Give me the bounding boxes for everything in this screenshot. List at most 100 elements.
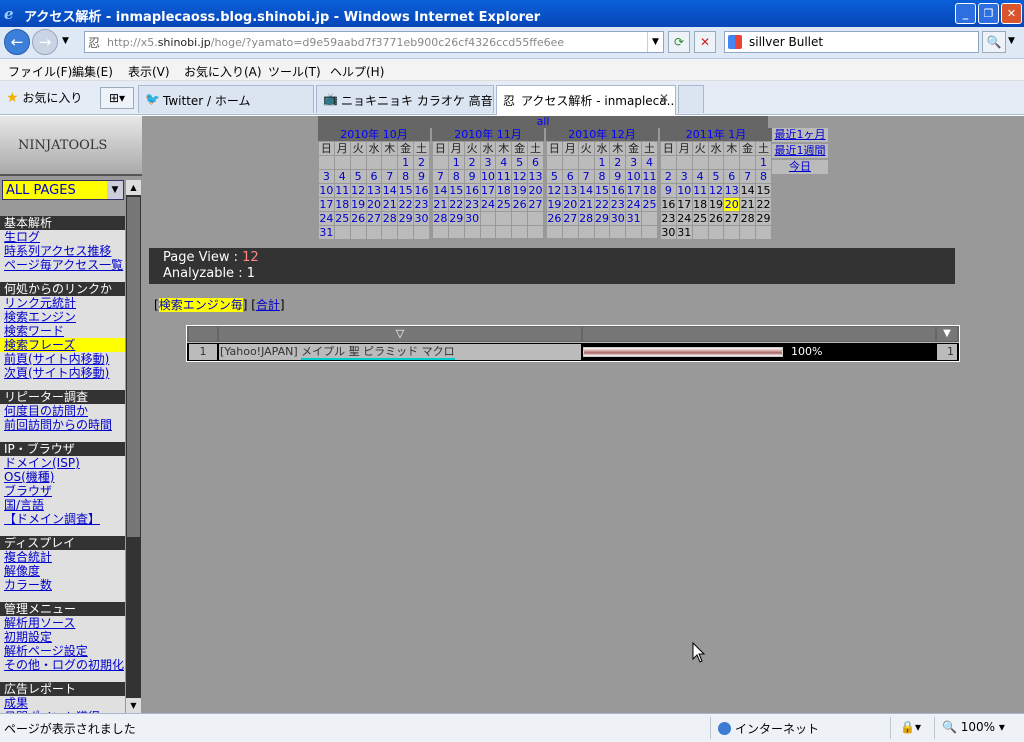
calendar-day[interactable]: 31 [675,225,693,240]
minimize-button[interactable]: _ [955,3,976,24]
calendar-day[interactable]: 26 [707,211,725,226]
sidebar-item[interactable]: 初期設定 [0,630,125,644]
stop-icon[interactable]: ✕ [694,31,716,53]
calendar-day[interactable]: 10 [625,169,643,184]
calendar-day[interactable]: 13 [365,183,383,198]
calendar-day[interactable]: 5 [546,169,563,184]
calendar-day[interactable]: 8 [593,169,611,184]
calendar-day[interactable]: 27 [561,211,579,226]
calendar-day[interactable]: 9 [463,169,481,184]
calendar-day[interactable]: 22 [447,197,465,212]
calendar-day[interactable]: 22 [593,197,611,212]
sidebar-item[interactable]: 成果 [0,696,125,710]
calendar-day[interactable]: 28 [577,211,595,226]
internet-zone[interactable]: インターネット [718,720,819,737]
calendar-day[interactable]: 12 [546,183,563,198]
calendar-day[interactable]: 10 [675,183,693,198]
new-tab-button[interactable] [678,85,704,113]
calendar-day[interactable]: 31 [625,211,643,226]
today-link[interactable]: 今日 [772,160,828,174]
tab-twitter[interactable]: 🐦 Twitter / ホーム [138,85,314,113]
sidebar-item[interactable]: 検索エンジン [0,310,125,324]
search-options-icon[interactable]: ▼ [1008,36,1015,46]
calendar-day[interactable]: 2 [413,155,430,170]
search-go-icon[interactable]: 🔍 [982,31,1006,53]
calendar-day[interactable]: 19 [349,197,367,212]
restore-button[interactable]: ❐ [978,3,999,24]
calendar-day[interactable]: 19 [546,197,563,212]
calendar-day[interactable]: 29 [593,211,611,226]
calendar-day[interactable]: 17 [625,183,643,198]
calendar-day[interactable]: 5 [349,169,367,184]
sidebar-item[interactable]: 解像度 [0,564,125,578]
sidebar-item[interactable]: 国/言語 [0,498,125,512]
calendar-day[interactable]: 1 [447,155,465,170]
calendar-day[interactable]: 28 [381,211,399,226]
calendar-day[interactable]: 1 [397,155,415,170]
calendar-day[interactable]: 16 [660,197,677,212]
menu-view[interactable]: 表示(V) [128,63,170,80]
calendar-day[interactable]: 5 [511,155,529,170]
month-title[interactable]: 2010年 11月 [432,128,544,141]
calendar-day[interactable]: 7 [432,169,449,184]
scroll-thumb[interactable] [127,197,140,537]
calendar-day[interactable]: 1 [755,155,772,170]
calendar-day[interactable]: 25 [691,211,709,226]
calendar-day[interactable]: 13 [561,183,579,198]
calendar-day[interactable]: 11 [691,183,709,198]
calendar-day[interactable]: 6 [723,169,741,184]
sidebar-item[interactable]: 複合統計 [0,550,125,564]
calendar-day[interactable]: 11 [495,169,513,184]
sidebar-item[interactable]: 時系列アクセス推移 [0,244,125,258]
sidebar-item[interactable]: その他・ログの初期化 [0,658,125,672]
calendar-day[interactable]: 20 [365,197,383,212]
calendar-day[interactable]: 17 [675,197,693,212]
calendar-day[interactable]: 24 [675,211,693,226]
calendar-day[interactable]: 30 [413,211,430,226]
calendar-day[interactable]: 4 [691,169,709,184]
calendar-day[interactable]: 18 [641,183,658,198]
tab-access-analysis[interactable]: 忍アクセス解析 - inmapleca... ✕ [496,85,676,115]
calendar-day[interactable]: 2 [609,155,627,170]
per-engine-link[interactable]: 検索エンジン毎 [158,298,243,312]
sidebar-item[interactable]: ブラウザ [0,484,125,498]
calendar-day[interactable]: 21 [381,197,399,212]
calendar-day[interactable]: 20 [561,197,579,212]
calendar-day[interactable]: 2 [463,155,481,170]
address-bar[interactable]: 忍 http://x5.shinobi.jp/hoge/?yamato=d9e5… [84,31,664,53]
sidebar-item[interactable]: 前頁(サイト内移動) [0,352,125,366]
calendar-day[interactable]: 12 [511,169,529,184]
protected-mode-icon[interactable]: 🔒▾ [900,720,921,734]
last-week-link[interactable]: 最近1週間 [772,144,828,158]
calendar-day[interactable]: 31 [318,225,335,240]
calendar-day[interactable]: 30 [609,211,627,226]
sidebar-item[interactable]: リンク元統計 [0,296,125,310]
calendar-day[interactable]: 22 [397,197,415,212]
calendar-day[interactable]: 26 [511,197,529,212]
search-input[interactable]: sillver Bullet [749,35,823,49]
row-phrase[interactable]: [Yahoo!JAPAN] メイプル 聖 ピラミッド マクロ [219,344,581,360]
sidebar-item[interactable]: 前回訪問からの時間 [0,418,125,432]
calendar-day[interactable]: 4 [333,169,351,184]
sort-count-icon[interactable]: ▼ [937,327,957,341]
calendar-day[interactable]: 2 [660,169,677,184]
calendar-day[interactable]: 12 [707,183,725,198]
calendar-day[interactable]: 1 [593,155,611,170]
calendar-day[interactable]: 16 [609,183,627,198]
calendar-day[interactable]: 3 [318,169,335,184]
calendar-day[interactable]: 30 [660,225,677,240]
calendar-day[interactable]: 27 [723,211,741,226]
calendar-day[interactable]: 4 [495,155,513,170]
month-title[interactable]: 2011年 1月 [660,128,772,141]
total-link[interactable]: 合計 [256,298,280,312]
tab-nicovideo[interactable]: 📺ニョキニョキ カラオケ 高音質 (4... [316,85,494,113]
back-button[interactable]: ← [4,29,30,55]
calendar-day[interactable]: 7 [577,169,595,184]
forward-button[interactable]: → [32,29,58,55]
calendar-day[interactable]: 27 [365,211,383,226]
scroll-up-icon[interactable]: ▲ [126,180,141,195]
calendar-day[interactable]: 7 [739,169,757,184]
calendar-day[interactable]: 23 [413,197,430,212]
month-title[interactable]: 2010年 12月 [546,128,658,141]
zoom-level[interactable]: 🔍 100% ▾ [942,720,1005,734]
